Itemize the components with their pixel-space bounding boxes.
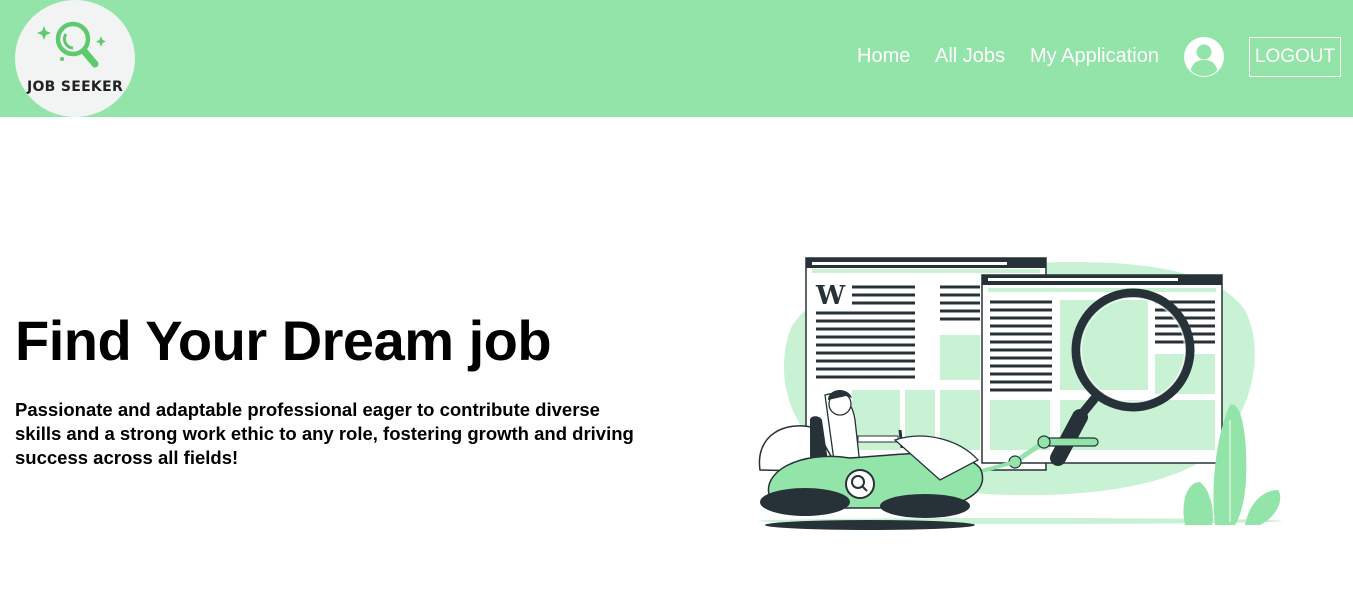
nav-my-application-link[interactable]: My Application [1030, 45, 1159, 68]
nav-menu: Home All Jobs My Application LOGOUT [0, 0, 1353, 117]
navbar: JOB SEEKER Home All Jobs My Application … [0, 0, 1353, 117]
nav-home-link[interactable]: Home [857, 45, 910, 68]
job-search-illustration: W [758, 257, 1282, 530]
hero-description: Passionate and adaptable professional ea… [15, 399, 634, 468]
nav-all-jobs-link[interactable]: All Jobs [935, 45, 1005, 68]
newspaper-letter: W [815, 281, 846, 311]
user-circle-icon[interactable] [1184, 37, 1224, 77]
logout-button[interactable]: LOGOUT [1249, 37, 1341, 77]
hero-title: Find Your Dream job [15, 309, 552, 372]
